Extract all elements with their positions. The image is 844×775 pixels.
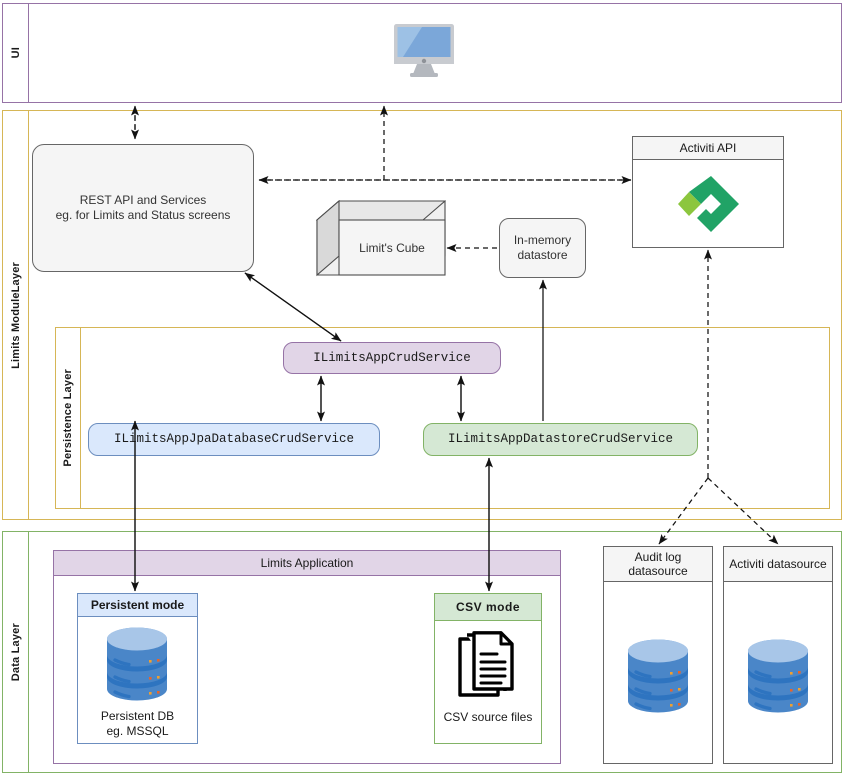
activiti-datasource-node[interactable]: Activiti datasource [723,546,833,764]
ilimitsappjpadatabasecrudservice-label: ILimitsAppJpaDatabaseCrudService [113,432,355,446]
persistence-layer-label: Persistence Layer [56,328,81,508]
ilimitsappcrudservice-node[interactable]: ILimitsAppCrudService [283,342,501,374]
persistent-mode-title: Persistent mode [78,594,197,617]
rest-api-line2: eg. for Limits and Status screens [55,208,231,222]
limits-application-title: Limits Application [54,551,560,576]
in-memory-line2: datastore [517,248,568,262]
swimlane-limits-module-label: Limits ModuleLayer [3,111,29,519]
ilimitsappjpadatabasecrudservice-node[interactable]: ILimitsAppJpaDatabaseCrudService [88,423,380,456]
activiti-api-title: Activiti API [633,137,783,160]
database-cylinder-icon [105,626,169,702]
limits-cube-node[interactable]: Limit's Cube [315,199,447,280]
csv-mode-title: CSV mode [435,594,541,621]
csv-mode-node[interactable]: CSV mode CSV source files [434,593,542,744]
swimlane-ui-label: UI [3,4,29,102]
csv-mode-body: CSV source files [435,621,541,743]
limits-cube-label: Limit's Cube [359,240,425,255]
rest-api-line1: REST API and Services [79,193,207,207]
database-cylinder-icon [746,638,810,714]
persistent-db-caption: Persistent DB eg. MSSQL [100,709,175,738]
activiti-datasource-title: Activiti datasource [724,547,832,582]
csv-source-files-caption: CSV source files [443,710,533,724]
in-memory-datastore-node[interactable]: In-memory datastore [499,218,586,278]
architecture-diagram: UI Limits ModuleLayer REST API and Servi… [0,0,844,775]
ilimitsappdatastorecrudservice-node[interactable]: ILimitsAppDatastoreCrudService [423,423,698,456]
desktop-monitor-icon [392,22,456,78]
activiti-logo-icon [677,174,741,234]
swimlane-data-layer-label: Data Layer [3,532,29,772]
activiti-datasource-body [724,582,832,763]
audit-log-datasource-body [604,582,712,763]
ilimitsappcrudservice-label: ILimitsAppCrudService [313,350,471,365]
rest-api-services-node[interactable]: REST API and Services eg. for Limits and… [32,144,254,272]
ilimitsappdatastorecrudservice-label: ILimitsAppDatastoreCrudService [447,432,674,446]
database-cylinder-icon [626,638,690,714]
persistent-mode-node[interactable]: Persistent mode Persistent DB eg. MSSQL [77,593,198,744]
audit-log-datasource-title: Audit log datasource [604,547,712,582]
audit-log-datasource-node[interactable]: Audit log datasource [603,546,713,764]
activiti-api-body [633,160,783,247]
persistent-mode-body: Persistent DB eg. MSSQL [78,617,197,743]
csv-documents-icon [457,631,519,703]
activiti-api-node[interactable]: Activiti API [632,136,784,248]
in-memory-line1: In-memory [513,233,572,247]
